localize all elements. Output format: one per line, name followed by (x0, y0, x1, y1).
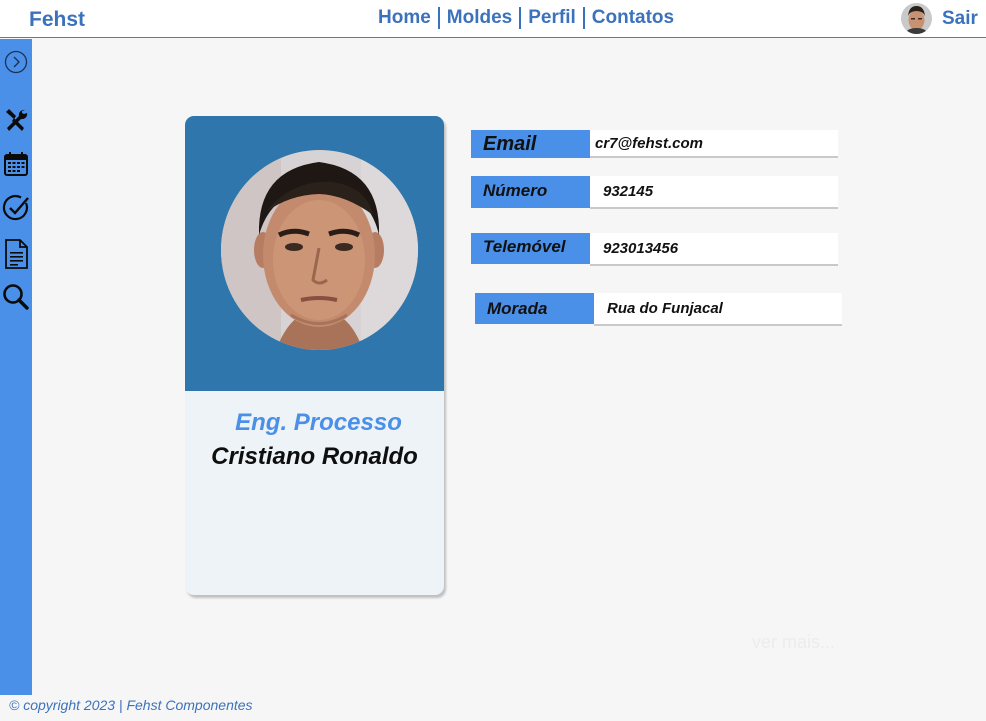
sidebar-item-calendar[interactable] (1, 149, 31, 179)
nav-divider (519, 7, 522, 29)
profile-card-header (185, 116, 444, 391)
telemovel-row: Telemóvel 923013456 (471, 233, 838, 266)
profile-name: Cristiano Ronaldo (211, 443, 418, 470)
email-label: Email (471, 130, 590, 158)
morada-value: Rua do Funjacal (594, 293, 842, 326)
ver-mais-link[interactable]: ver mais... (752, 632, 835, 653)
email-value: cr7@fehst.com (590, 130, 838, 158)
calendar-icon (4, 152, 28, 176)
document-icon (5, 239, 28, 269)
telemovel-label: Telemóvel (471, 233, 590, 264)
logout-link[interactable]: Sair (942, 8, 978, 30)
sidebar (0, 39, 32, 695)
email-row: Email cr7@fehst.com (471, 130, 838, 163)
nav-divider (437, 7, 440, 29)
sidebar-item-search[interactable] (1, 282, 31, 312)
nav-perfil-link[interactable]: Perfil (528, 7, 576, 29)
numero-value: 932145 (590, 176, 838, 209)
search-icon (3, 284, 29, 310)
sidebar-toggle-button[interactable] (1, 47, 31, 77)
profile-photo (221, 150, 418, 350)
telemovel-value: 923013456 (590, 233, 838, 266)
nav-contatos-link[interactable]: Contatos (592, 7, 674, 29)
sidebar-item-tasks[interactable] (1, 193, 31, 223)
sidebar-item-tools[interactable] (1, 105, 31, 135)
main-nav: Home Moldes Perfil Contatos (378, 7, 674, 29)
morada-row: Morada Rua do Funjacal (475, 293, 842, 326)
nav-home-link[interactable]: Home (378, 7, 431, 29)
numero-label: Número (471, 176, 590, 208)
nav-divider (582, 7, 585, 29)
morada-label: Morada (475, 293, 594, 324)
nav-moldes-link[interactable]: Moldes (447, 7, 512, 29)
user-avatar[interactable] (901, 3, 932, 34)
chevron-right-icon (4, 50, 28, 74)
top-navbar: Fehst Home Moldes Perfil Contatos Sair (0, 0, 986, 38)
profile-role: Eng. Processo (235, 409, 402, 436)
brand-logo[interactable]: Fehst (29, 8, 85, 32)
tools-icon (6, 109, 28, 131)
profile-card: Eng. Processo Cristiano Ronaldo (185, 116, 444, 595)
check-circle-icon (2, 194, 29, 221)
numero-row: Número 932145 (471, 176, 838, 209)
sidebar-item-documents[interactable] (1, 239, 31, 269)
footer-copyright: © copyright 2023 | Fehst Componentes (9, 697, 253, 713)
